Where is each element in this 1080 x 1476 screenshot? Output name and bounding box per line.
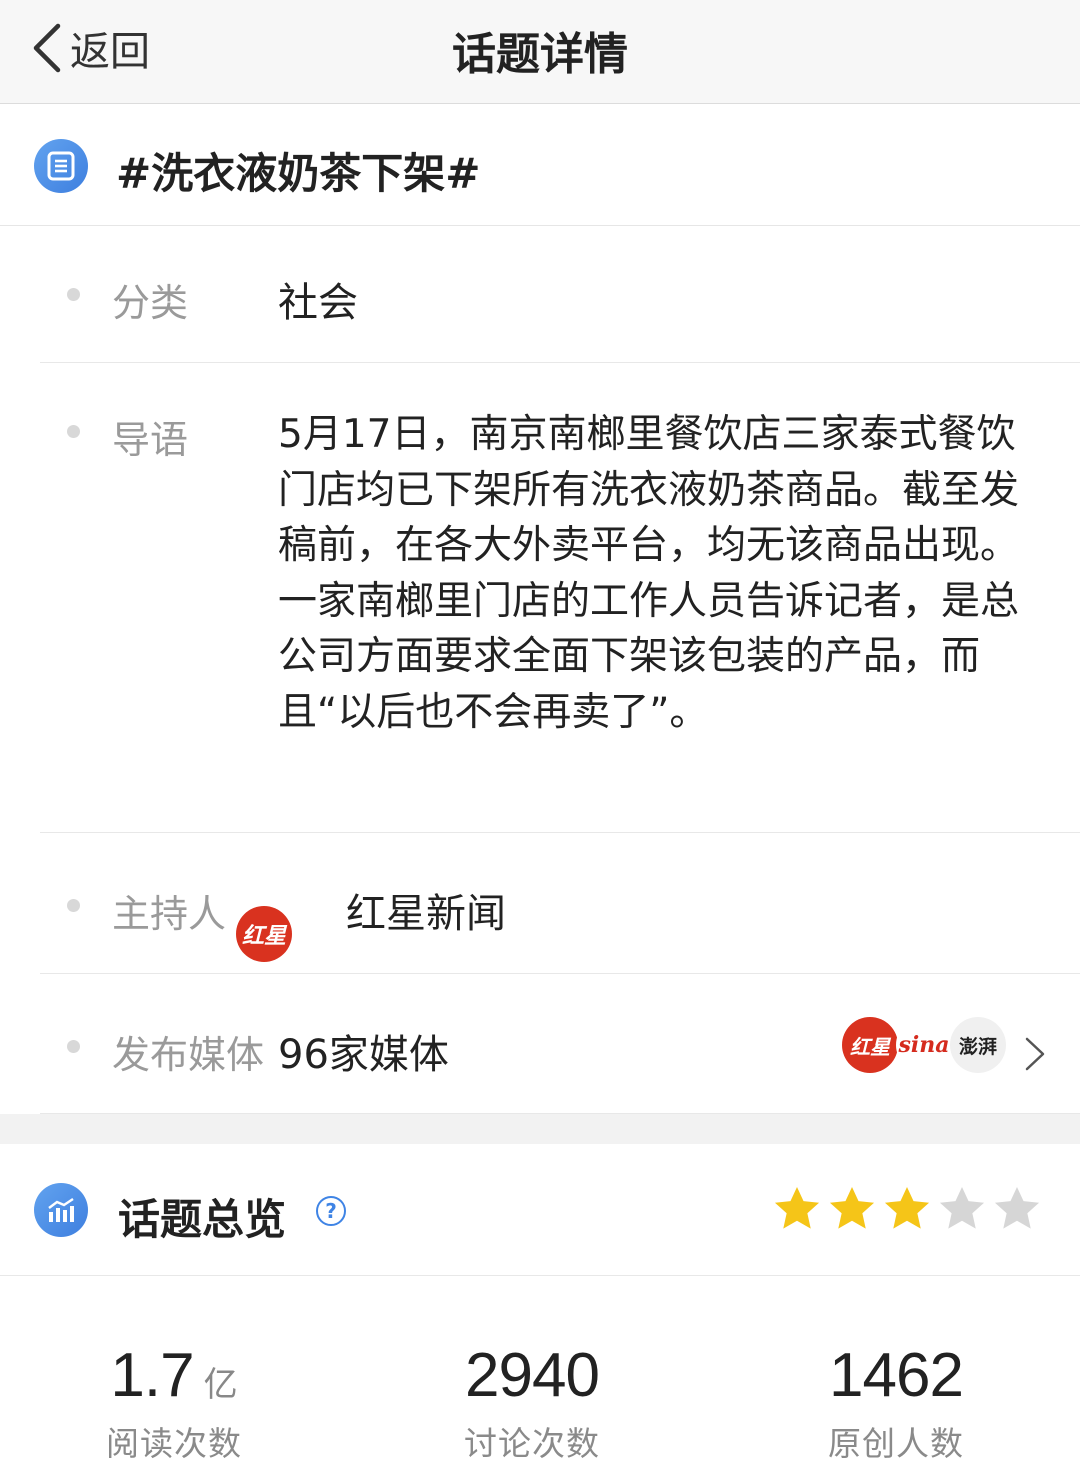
host-avatar[interactable]: 红星 <box>236 906 292 962</box>
category-row: 分类 社会 <box>40 226 1080 363</box>
topic-header: #洗衣液奶茶下架# <box>0 104 1080 226</box>
stat-reads-label: 阅读次数 <box>106 1424 242 1463</box>
overview-header: 话题总览 ? <box>0 1144 1080 1276</box>
bar-chart-icon <box>34 1183 88 1237</box>
media-logo-pengpai: 澎湃 <box>950 1017 1006 1073</box>
host-logo: 红星 <box>236 906 292 962</box>
stat-authors-label: 原创人数 <box>828 1424 964 1463</box>
star-empty-icon <box>994 1186 1040 1229</box>
star-filled-icon <box>829 1186 875 1229</box>
chevron-right-icon[interactable] <box>1024 1036 1046 1072</box>
nav-bar: 返回 话题详情 <box>0 0 1080 104</box>
media-logos[interactable]: 红星 sina 澎湃 <box>842 1017 1006 1073</box>
star-filled-icon <box>884 1186 930 1229</box>
stat-reads-value: 1.7 <box>110 1341 194 1410</box>
media-label: 发布媒体 <box>112 1033 265 1077</box>
star-filled-icon <box>774 1186 820 1229</box>
host-label: 主持人 <box>112 892 227 936</box>
section-divider <box>0 1114 1080 1144</box>
intro-row: 导语 5月17日，南京南榔里餐饮店三家泰式餐饮门店均已下架所有洗衣液奶茶商品。截… <box>40 363 1080 833</box>
rating-stars <box>769 1182 1044 1236</box>
intro-text: 5月17日，南京南榔里餐饮店三家泰式餐饮门店均已下架所有洗衣液奶茶商品。截至发稿… <box>278 412 1020 735</box>
topic-title: #洗衣液奶茶下架# <box>116 149 481 198</box>
bullet-dot <box>67 425 80 438</box>
document-list-icon <box>34 139 88 193</box>
category-label: 分类 <box>112 281 189 325</box>
host-name[interactable]: 红星新闻 <box>346 881 506 939</box>
media-logo-sina: sina <box>896 1017 952 1073</box>
overview-title: 话题总览 <box>118 1195 287 1244</box>
host-row[interactable]: 主持人 红星新闻 <box>40 833 1080 974</box>
media-count: 96家媒体 <box>278 1032 449 1078</box>
stat-authors: 1462 原创人数 <box>746 1340 1046 1465</box>
bullet-dot <box>67 899 80 912</box>
intro-label: 导语 <box>112 418 189 462</box>
bullet-dot <box>67 1040 80 1053</box>
star-empty-icon <box>939 1186 985 1229</box>
bullet-dot <box>67 288 80 301</box>
stat-reads-unit: 亿 <box>203 1365 238 1405</box>
stat-authors-value: 1462 <box>829 1341 964 1410</box>
stat-discussions-label: 讨论次数 <box>464 1424 600 1463</box>
category-value: 社会 <box>278 280 358 326</box>
help-icon[interactable]: ? <box>316 1196 346 1226</box>
stat-discussions-value: 2940 <box>465 1341 600 1410</box>
stat-reads: 1.7 亿 阅读次数 <box>24 1340 324 1465</box>
media-logo-hongxing: 红星 <box>842 1017 898 1073</box>
stat-discussions: 2940 讨论次数 <box>382 1340 682 1465</box>
page-title: 话题详情 <box>452 29 628 80</box>
